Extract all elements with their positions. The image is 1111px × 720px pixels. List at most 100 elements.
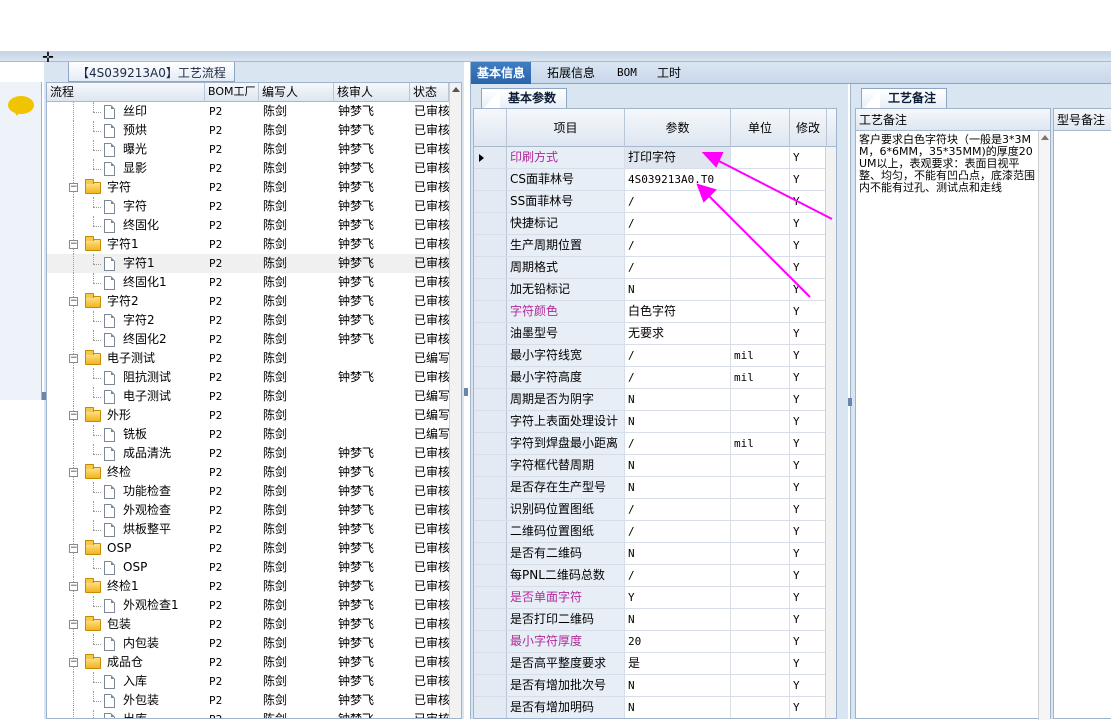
param-value-cell[interactable]: 无要求 [625,323,731,344]
tree-leaf-row[interactable]: 阻抗测试 P2 陈剑 钟梦飞 已审核 [47,368,449,387]
param-row[interactable]: 是否有增加明码 N Y [474,697,836,718]
param-row[interactable]: 是否存在生产型号 N Y [474,477,836,499]
tree-leaf-row[interactable]: 烘板整平 P2 陈剑 钟梦飞 已审核 [47,520,449,539]
param-value-cell[interactable]: / [625,191,731,212]
param-row[interactable]: 二维码位置图纸 / Y [474,521,836,543]
tree-leaf-row[interactable]: 字符 P2 陈剑 钟梦飞 已审核 [47,197,449,216]
param-value-cell[interactable]: 4S039213A0.T0 [625,169,731,190]
param-row[interactable]: 字符颜色 白色字符 Y [474,301,836,323]
param-row[interactable]: 生产周期位置 / Y [474,235,836,257]
subtab-basic-params[interactable]: 基本参数 [481,88,568,108]
param-value-cell[interactable]: N [625,609,731,630]
row-indicator[interactable] [474,411,507,432]
tree-folder-row[interactable]: − 外形 P2 陈剑 已编写 [47,406,449,425]
tree-leaf-row[interactable]: 电子测试 P2 陈剑 已编写 [47,387,449,406]
param-row[interactable]: 每PNL二维码总数 / Y [474,565,836,587]
col-header-unit[interactable]: 单位 [731,109,790,147]
row-indicator[interactable] [474,213,507,234]
process-flow-tab[interactable]: 【4S039213A0】工艺流程 [68,62,235,82]
param-row[interactable]: SS面菲林号 / Y [474,191,836,213]
collapse-toggle-icon[interactable]: − [69,183,78,192]
param-value-cell[interactable]: N [625,389,731,410]
param-row[interactable]: 油墨型号 无要求 Y [474,323,836,345]
tab-work-hours[interactable]: 工时 [651,62,687,84]
row-indicator[interactable] [474,587,507,608]
tree-leaf-row[interactable]: 入库 P2 陈剑 钟梦飞 已审核 [47,672,449,691]
param-value-cell[interactable]: 是 [625,653,731,674]
param-row[interactable]: 加无铅标记 N Y [474,279,836,301]
tree-folder-row[interactable]: − 字符1 P2 陈剑 钟梦飞 已审核 [47,235,449,254]
splitter-grip-mid[interactable] [464,388,468,396]
param-row[interactable]: 最小字符线宽 / mil Y [474,345,836,367]
collapse-toggle-icon[interactable]: − [69,411,78,420]
row-indicator[interactable] [474,323,507,344]
collapse-toggle-icon[interactable]: − [69,240,78,249]
tree-leaf-row[interactable]: OSP P2 陈剑 钟梦飞 已审核 [47,558,449,577]
process-note-text[interactable]: 客户要求白色字符块（一般是3*3MM，6*6MM，35*35MM)的厚度20UM… [856,131,1050,194]
param-value-cell[interactable]: N [625,279,731,300]
param-value-cell[interactable]: N [625,411,731,432]
param-grid-scrollbar[interactable] [825,147,836,718]
param-row[interactable]: 周期是否为阴字 N Y [474,389,836,411]
row-indicator[interactable] [474,565,507,586]
subtab-process-notes[interactable]: 工艺备注 [861,88,948,108]
row-indicator[interactable] [474,433,507,454]
param-row[interactable]: 印刷方式 打印字符 Y [474,147,836,169]
row-indicator[interactable] [474,675,507,696]
param-row[interactable]: 是否打印二维码 N Y [474,609,836,631]
row-indicator[interactable] [474,653,507,674]
row-indicator[interactable] [474,345,507,366]
row-indicator[interactable] [474,191,507,212]
row-indicator[interactable] [474,257,507,278]
param-value-cell[interactable]: / [625,213,731,234]
param-value-cell[interactable]: 白色字符 [625,301,731,322]
row-indicator[interactable] [474,697,507,718]
param-row[interactable]: CS面菲林号 4S039213A0.T0 Y [474,169,836,191]
param-value-cell[interactable]: N [625,543,731,564]
splitter-grip-right[interactable] [848,398,852,406]
collapse-toggle-icon[interactable]: − [69,297,78,306]
row-indicator[interactable] [474,367,507,388]
tree-leaf-row[interactable]: 外观检查 P2 陈剑 钟梦飞 已审核 [47,501,449,520]
tree-leaf-row[interactable]: 字符1 P2 陈剑 钟梦飞 已审核 [47,254,449,273]
process-grid-scrollbar[interactable] [449,83,461,718]
col-header-status[interactable]: 状态 [410,83,449,102]
param-value-cell[interactable]: N [625,477,731,498]
tree-folder-row[interactable]: − 终检 P2 陈剑 钟梦飞 已审核 [47,463,449,482]
tree-leaf-row[interactable]: 预烘 P2 陈剑 钟梦飞 已审核 [47,121,449,140]
param-value-cell[interactable]: / [625,433,731,454]
tree-leaf-row[interactable]: 铣板 P2 陈剑 已编写 [47,425,449,444]
param-row[interactable]: 是否有二维码 N Y [474,543,836,565]
col-header-param[interactable]: 参数 [625,109,731,147]
chat-bubble-icon[interactable] [8,96,34,116]
param-value-cell[interactable]: / [625,521,731,542]
col-header-writer[interactable]: 编写人 [259,83,334,102]
param-row[interactable]: 是否有增加批次号 N Y [474,675,836,697]
note-scrollbar[interactable] [1038,131,1050,720]
param-value-cell[interactable]: / [625,367,731,388]
splitter-grip-left[interactable] [42,392,46,400]
row-indicator[interactable] [474,499,507,520]
col-header-bom-factory[interactable]: BOM工厂 [205,83,259,102]
row-indicator[interactable] [474,389,507,410]
current-row-indicator-icon[interactable] [474,147,507,168]
param-row[interactable]: 周期格式 / Y [474,257,836,279]
collapse-toggle-icon[interactable]: − [69,354,78,363]
tree-leaf-row[interactable]: 显影 P2 陈剑 钟梦飞 已审核 [47,159,449,178]
row-indicator[interactable] [474,631,507,652]
param-value-cell[interactable]: 打印字符 [625,147,731,168]
row-indicator[interactable] [474,521,507,542]
col-header-flow[interactable]: 流程 [47,83,205,102]
col-header-item[interactable]: 项目 [507,109,625,147]
collapse-toggle-icon[interactable]: − [69,620,78,629]
tree-folder-row[interactable]: − OSP P2 陈剑 钟梦飞 已审核 [47,539,449,558]
tree-leaf-row[interactable]: 字符2 P2 陈剑 钟梦飞 已审核 [47,311,449,330]
param-value-cell[interactable]: N [625,455,731,476]
tree-folder-row[interactable]: − 电子测试 P2 陈剑 已编写 [47,349,449,368]
param-value-cell[interactable]: / [625,235,731,256]
tab-basic-info[interactable]: 基本信息 [471,62,532,84]
param-row[interactable]: 字符框代替周期 N Y [474,455,836,477]
tree-leaf-row[interactable]: 功能检查 P2 陈剑 钟梦飞 已审核 [47,482,449,501]
row-indicator[interactable] [474,543,507,564]
tree-leaf-row[interactable]: 终固化 P2 陈剑 钟梦飞 已审核 [47,216,449,235]
